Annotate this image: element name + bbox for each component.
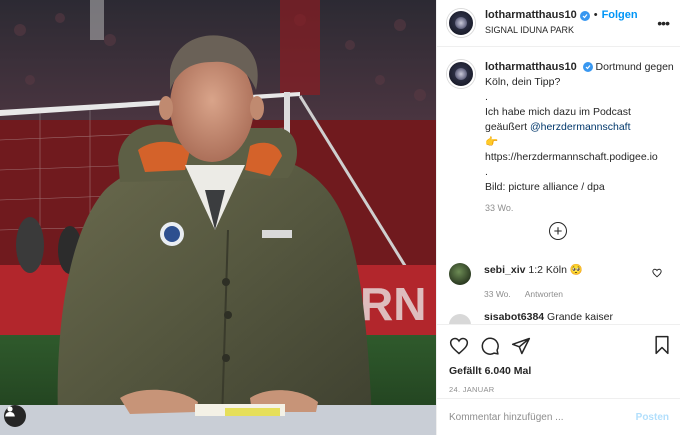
comment-timestamp[interactable]: 33 Wo. xyxy=(484,289,511,299)
post-date[interactable]: 24. JANUAR xyxy=(449,385,669,394)
commenter-avatar[interactable] xyxy=(449,263,471,285)
caption-text-line: Ich habe mich dazu im Podcast xyxy=(485,106,631,118)
caption-author-avatar[interactable] xyxy=(447,60,475,88)
pointing-hand-emoji: 👉 xyxy=(485,136,499,148)
caption-timestamp[interactable]: 33 Wo. xyxy=(485,201,674,216)
author-avatar[interactable] xyxy=(447,9,475,37)
post-sidebar: lotharmatthaus10 • Folgen SIGNAL IDUNA P… xyxy=(436,0,680,435)
comment-item: sebi_xiv 1:2 Köln 🥺 33 Wo. Antworten xyxy=(449,263,671,301)
caption-text-line: . xyxy=(485,166,488,178)
verified-badge-icon xyxy=(579,10,590,21)
share-send-icon[interactable] xyxy=(511,336,531,356)
comment-text: 1:2 Köln xyxy=(528,264,567,276)
svg-text:RN: RN xyxy=(360,278,426,330)
load-more-comments-button[interactable]: + xyxy=(549,222,567,240)
caption-text-line: Dortmund gegen xyxy=(595,61,674,73)
post-header: lotharmatthaus10 • Folgen SIGNAL IDUNA P… xyxy=(437,0,680,47)
caption-text-line: geäußert xyxy=(485,121,528,133)
verified-badge-icon xyxy=(582,62,593,72)
follow-button[interactable]: Folgen xyxy=(602,8,638,23)
comment-text: Grande kaiser xyxy=(547,313,613,323)
like-heart-icon[interactable] xyxy=(449,336,469,356)
more-horizontal-icon[interactable]: ••• xyxy=(657,16,670,30)
add-comment-bar: Posten xyxy=(437,398,680,435)
caption-username[interactable]: lotharmatthaus10 xyxy=(485,61,577,73)
author-username[interactable]: lotharmatthaus10 xyxy=(485,8,577,23)
caption-text-line: . xyxy=(485,91,488,103)
comment-like-heart-icon[interactable] xyxy=(652,268,662,278)
reply-button[interactable]: Antworten xyxy=(525,289,563,299)
comment-username[interactable]: sisabot6384 xyxy=(484,313,544,323)
caption-text-line: Bild: picture alliance / dpa xyxy=(485,181,605,193)
photo-illustration: RN xyxy=(0,0,436,435)
caption-mention-link[interactable]: @herzdermannschaft xyxy=(530,121,631,133)
bookmark-icon[interactable] xyxy=(653,335,671,355)
caption-url: https://herzdermannschaft.podigee.io xyxy=(485,151,658,163)
post-comment-button[interactable]: Posten xyxy=(636,412,669,423)
user-icon xyxy=(5,406,15,417)
comment-item: sisabot6384 Grande kaiser xyxy=(449,313,671,324)
tagged-user-button[interactable] xyxy=(4,405,26,427)
comment-username[interactable]: sebi_xiv xyxy=(484,264,525,276)
post-location[interactable]: SIGNAL IDUNA PARK xyxy=(485,23,638,38)
comment-input[interactable] xyxy=(449,411,636,423)
comment-emoji: 🥺 xyxy=(569,264,583,276)
post-caption: lotharmatthaus10 Dortmund gegen Köln, de… xyxy=(447,60,674,216)
commenter-avatar[interactable] xyxy=(449,314,471,324)
like-count[interactable]: Gefällt 6.040 Mal xyxy=(449,365,669,377)
post-photo[interactable]: RN xyxy=(0,0,436,435)
separator-dot: • xyxy=(593,9,598,21)
post-actions: Gefällt 6.040 Mal 24. JANUAR xyxy=(437,324,680,394)
comment-bubble-icon[interactable] xyxy=(480,336,500,356)
caption-text-line: Köln, dein Tipp? xyxy=(485,76,561,88)
plus-icon: + xyxy=(553,222,563,240)
